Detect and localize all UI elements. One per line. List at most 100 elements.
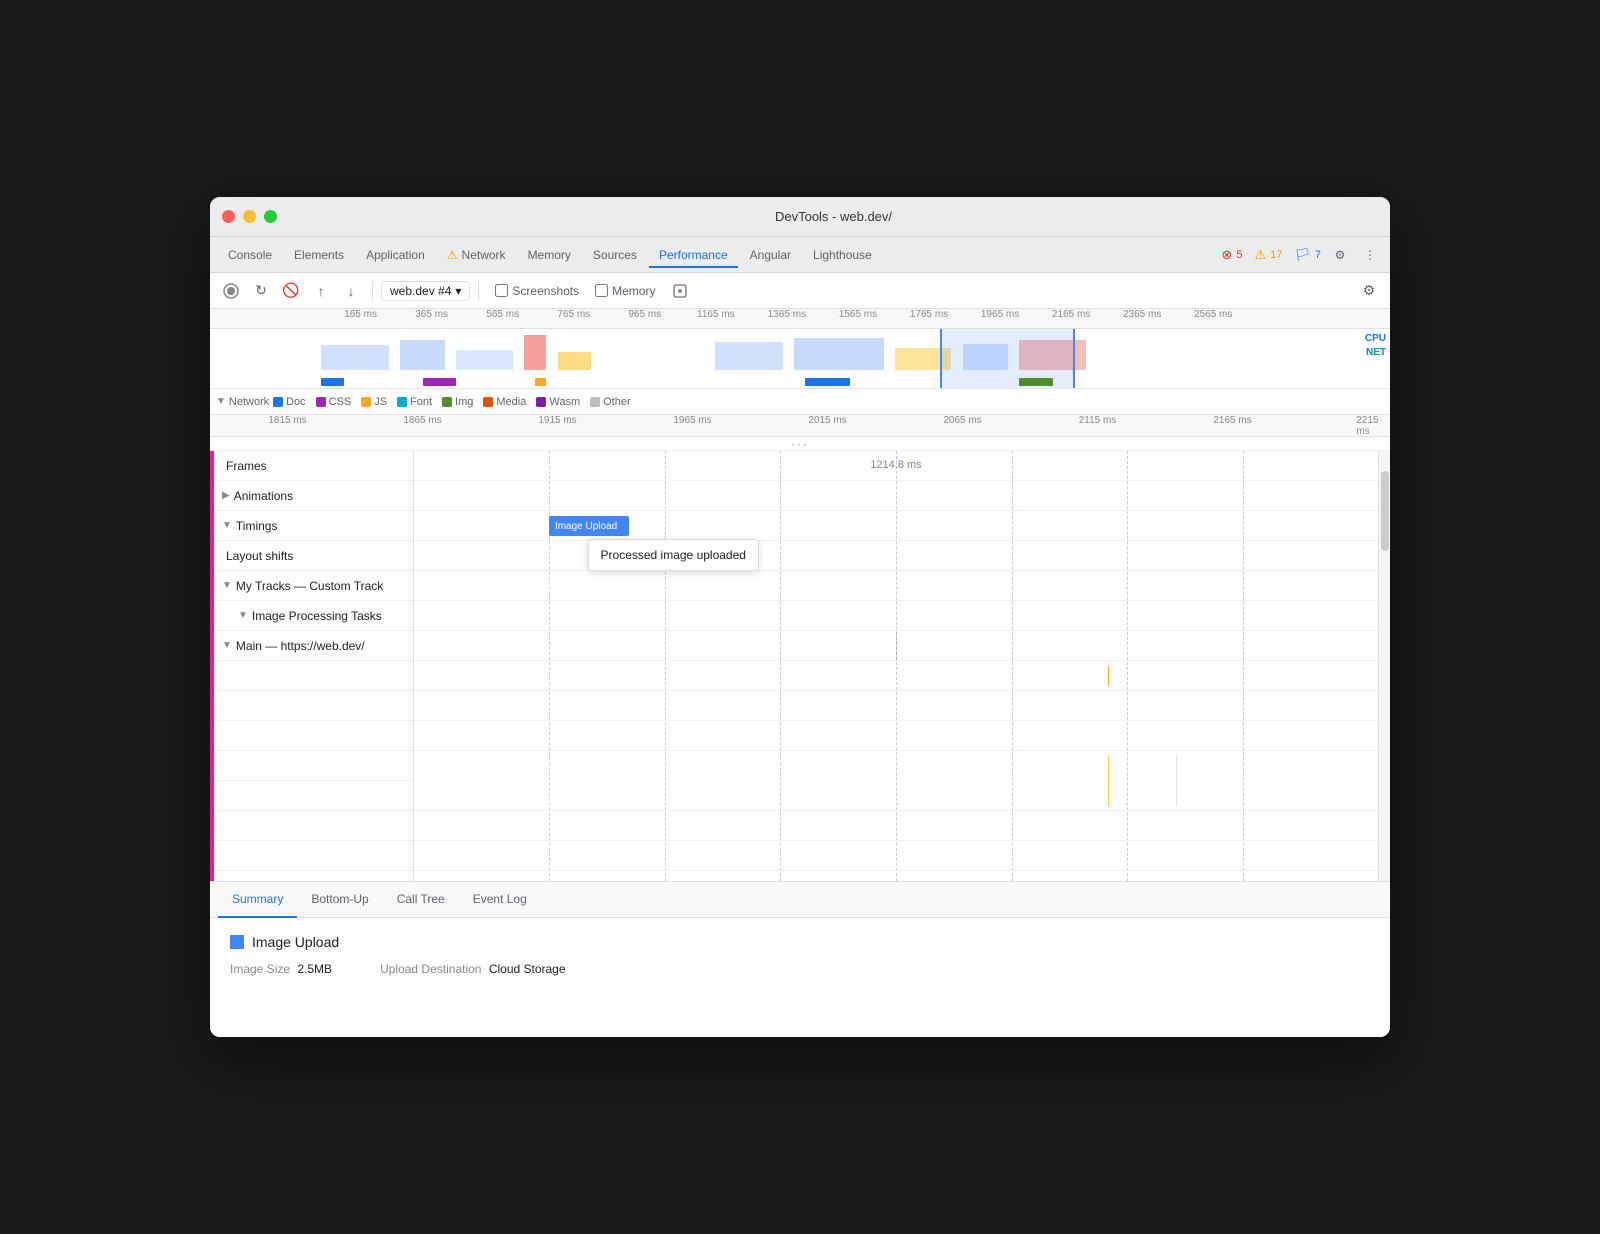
- main-content: Frames ▶ Animations ▼ Timings Layout shi…: [210, 451, 1390, 881]
- tick-2565: 2565 ms: [1194, 309, 1232, 320]
- legend-wasm: Wasm: [536, 396, 580, 408]
- traffic-lights: [222, 210, 277, 223]
- track-label-custom: My Tracks — Custom Track: [236, 579, 383, 593]
- separator-1: [372, 281, 373, 301]
- track-row-main-7: [214, 841, 413, 871]
- tick-1765: 1765 ms: [910, 309, 948, 320]
- layout-shifts-content: [414, 541, 1378, 571]
- tab-performance[interactable]: Performance: [649, 242, 738, 268]
- settings-icon[interactable]: ⚙: [1328, 243, 1352, 267]
- tab-lighthouse[interactable]: Lighthouse: [803, 242, 882, 268]
- tab-call-tree[interactable]: Call Tree: [383, 882, 459, 918]
- summary-row: Image Size 2.5MB Upload Destination Clou…: [230, 962, 1370, 976]
- top-icons: ⚙ ⋮: [1328, 243, 1382, 267]
- tab-network[interactable]: ⚠ Network: [437, 242, 516, 268]
- main-row-5: [414, 811, 1378, 841]
- track-row-timings[interactable]: ▼ Timings: [214, 511, 413, 541]
- devtools-settings-icon[interactable]: ⚙: [1356, 278, 1382, 304]
- track-row-main[interactable]: ▼ Main — https://web.dev/: [214, 631, 413, 661]
- upload-button[interactable]: ↑: [308, 278, 334, 304]
- main-row-4: [414, 751, 1378, 811]
- image-upload-marker[interactable]: Image Upload: [549, 516, 629, 536]
- track-row-main-4: [214, 751, 413, 781]
- tick-1965: 1965 ms: [981, 309, 1019, 320]
- selection-overlay[interactable]: [940, 329, 1075, 388]
- tick2-1815: 1815 ms: [268, 415, 306, 426]
- top-tabs: Console Elements Application ⚠ Network M…: [210, 237, 1390, 273]
- network-row: ▼ Network Doc CSS JS Font Img Media W: [210, 389, 1390, 415]
- tab-angular[interactable]: Angular: [740, 242, 801, 268]
- tab-memory[interactable]: Memory: [518, 242, 581, 268]
- track-row-custom-track[interactable]: ▼ My Tracks — Custom Track: [214, 571, 413, 601]
- tab-console[interactable]: Console: [218, 242, 282, 268]
- yellow-marker-2: [1108, 756, 1109, 806]
- summary-panel: Image Upload Image Size 2.5MB Upload Des…: [210, 917, 1390, 1037]
- profile-selector[interactable]: web.dev #4 ▾: [381, 281, 470, 301]
- expand-main-icon[interactable]: ▼: [222, 640, 232, 651]
- tick-1565: 1565 ms: [839, 309, 877, 320]
- chevron-down-icon: ▾: [455, 284, 461, 298]
- track-row-layout-shifts[interactable]: Layout shifts: [214, 541, 413, 571]
- legend-doc: Doc: [273, 396, 306, 408]
- dark-marker: [1176, 756, 1177, 806]
- scrollbar-thumb[interactable]: [1381, 471, 1389, 551]
- tick-365: 365 ms: [415, 309, 448, 320]
- collapse-indicator[interactable]: ···: [210, 437, 1390, 451]
- download-button[interactable]: ↓: [338, 278, 364, 304]
- screenshots-toggle[interactable]: Screenshots: [495, 284, 579, 298]
- tick2-1915: 1915 ms: [538, 415, 576, 426]
- network-expand-icon[interactable]: ▼: [216, 396, 226, 407]
- main-vline-1: [896, 631, 897, 660]
- net-label: NET: [1366, 347, 1386, 358]
- record-button[interactable]: [218, 278, 244, 304]
- track-label-layout-shifts: Layout shifts: [226, 549, 293, 563]
- main-row-6: [414, 841, 1378, 871]
- tab-elements[interactable]: Elements: [284, 242, 354, 268]
- more-icon[interactable]: ⋮: [1358, 243, 1382, 267]
- tab-summary[interactable]: Summary: [218, 882, 297, 918]
- timeline-overview[interactable]: CPU NET: [210, 329, 1390, 389]
- tick-1365: 1365 ms: [768, 309, 806, 320]
- expand-custom-icon[interactable]: ▼: [222, 580, 232, 591]
- custom-track-content: [414, 571, 1378, 601]
- main-row-7: [414, 871, 1378, 881]
- legend-img: Img: [442, 396, 473, 408]
- network-warning-icon: ⚠: [447, 248, 458, 262]
- reload-button[interactable]: ↻: [248, 278, 274, 304]
- track-row-image-processing[interactable]: ▼ Image Processing Tasks: [214, 601, 413, 631]
- close-button[interactable]: [222, 210, 235, 223]
- expand-timings-icon[interactable]: ▼: [222, 520, 232, 531]
- scrollbar[interactable]: [1378, 451, 1390, 881]
- track-label-image-processing: Image Processing Tasks: [252, 609, 382, 623]
- summary-color: [230, 935, 244, 949]
- frames-content: 1214.8 ms: [414, 451, 1378, 481]
- tick2-2065: 2065 ms: [943, 415, 981, 426]
- capture-settings-icon[interactable]: [667, 278, 693, 304]
- track-label-frames: Frames: [226, 459, 267, 473]
- track-row-main-1: [214, 661, 413, 691]
- main-row-3: [414, 721, 1378, 751]
- tick-565: 565 ms: [486, 309, 519, 320]
- track-label-timings: Timings: [236, 519, 278, 533]
- tab-application[interactable]: Application: [356, 242, 435, 268]
- expand-animations-icon[interactable]: ▶: [222, 490, 230, 501]
- timings-content: Image Upload Processed image uploaded: [414, 511, 1378, 541]
- tab-bottom-up[interactable]: Bottom-Up: [297, 882, 382, 918]
- devtools-toolbar: ↻ 🚫 ↑ ↓ web.dev #4 ▾ Screenshots Memory …: [210, 273, 1390, 309]
- tracks-content: 1214.8 ms Image Upload Processed image u…: [414, 451, 1378, 881]
- track-row-frames[interactable]: Frames: [214, 451, 413, 481]
- track-row-animations[interactable]: ▶ Animations: [214, 481, 413, 511]
- tick2-1865: 1865 ms: [403, 415, 441, 426]
- separator-2: [478, 281, 479, 301]
- legend-font: Font: [397, 396, 432, 408]
- tick-765: 765 ms: [557, 309, 590, 320]
- maximize-button[interactable]: [264, 210, 277, 223]
- track-labels: Frames ▶ Animations ▼ Timings Layout shi…: [214, 451, 414, 881]
- tab-event-log[interactable]: Event Log: [459, 882, 541, 918]
- memory-toggle[interactable]: Memory: [595, 284, 655, 298]
- clear-button[interactable]: 🚫: [278, 278, 304, 304]
- tick2-2115: 2115 ms: [1079, 415, 1117, 426]
- main-content-row: [414, 631, 1378, 661]
- minimize-button[interactable]: [243, 210, 256, 223]
- tab-sources[interactable]: Sources: [583, 242, 647, 268]
